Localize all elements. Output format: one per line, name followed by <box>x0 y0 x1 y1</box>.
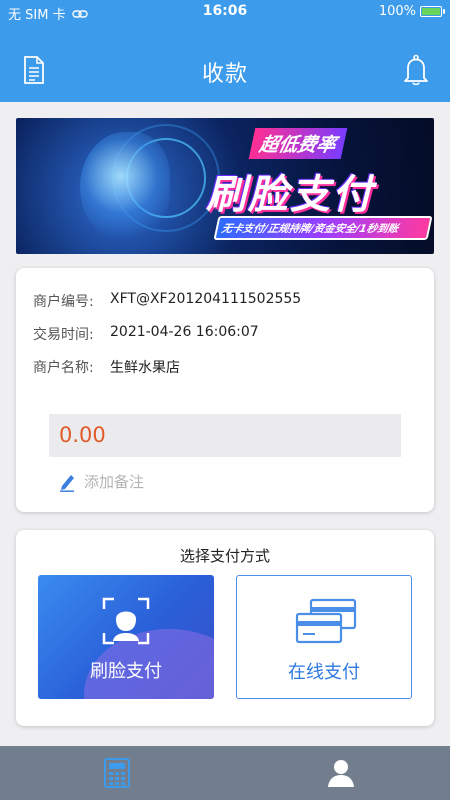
merchant-id-label: 商户编号: <box>33 294 94 310</box>
promo-banner[interactable]: 超低费率 刷脸支付 无卡支付/正规持牌/资金安全/1秒到账 <box>16 118 434 254</box>
amount-input[interactable]: 0.00 <box>49 414 401 457</box>
bottom-nav <box>0 746 450 800</box>
bell-icon[interactable] <box>402 54 430 86</box>
online-pay-button[interactable]: 在线支付 <box>236 575 412 699</box>
face-pay-button[interactable]: 刷脸支付 <box>38 575 214 699</box>
merchant-id-row: 商户编号: XFT@XF201204111502555 <box>33 291 301 311</box>
face-scan-icon <box>102 597 150 645</box>
merchant-info-card: 商户编号: XFT@XF201204111502555 交易时间: 2021-0… <box>16 268 434 512</box>
card-icon <box>295 598 357 644</box>
payment-method-card: 选择支付方式 刷脸支付 在线支付 <box>16 530 434 726</box>
amount-value: 0.00 <box>59 423 106 447</box>
calculator-icon[interactable] <box>102 758 132 788</box>
person-icon[interactable] <box>326 758 356 788</box>
add-remark-button[interactable]: 添加备注 <box>58 471 144 492</box>
remark-text: 添加备注 <box>84 473 145 491</box>
battery-icon <box>420 6 445 17</box>
merchant-name-row: 商户名称: 生鲜水果店 <box>33 357 180 377</box>
merchant-id-value: XFT@XF201204111502555 <box>110 291 302 307</box>
face-illustration <box>80 132 170 242</box>
trade-time-value: 2021-04-26 16:06:07 <box>110 324 259 340</box>
status-right: 100% <box>378 4 445 19</box>
battery-percent: 100% <box>378 4 416 19</box>
banner-subline: 无卡支付/正规持牌/资金安全/1秒到账 <box>213 216 433 240</box>
banner-tag: 超低费率 <box>248 128 348 159</box>
face-pay-label: 刷脸支付 <box>90 661 162 682</box>
trade-time-label: 交易时间: <box>33 327 94 343</box>
merchant-name-label: 商户名称: <box>33 360 94 376</box>
online-pay-label: 在线支付 <box>288 662 360 683</box>
payment-title: 选择支付方式 <box>179 547 270 565</box>
merchant-name-value: 生鲜水果店 <box>110 360 180 376</box>
app-header: 收款 <box>0 24 450 102</box>
trade-time-row: 交易时间: 2021-04-26 16:06:07 <box>33 324 259 344</box>
pencil-icon <box>60 474 74 492</box>
status-bar: 无 SIM 卡 16:06 100% <box>0 0 450 24</box>
banner-headline: 刷脸支付 <box>206 172 374 218</box>
page-title: 收款 <box>201 62 248 87</box>
